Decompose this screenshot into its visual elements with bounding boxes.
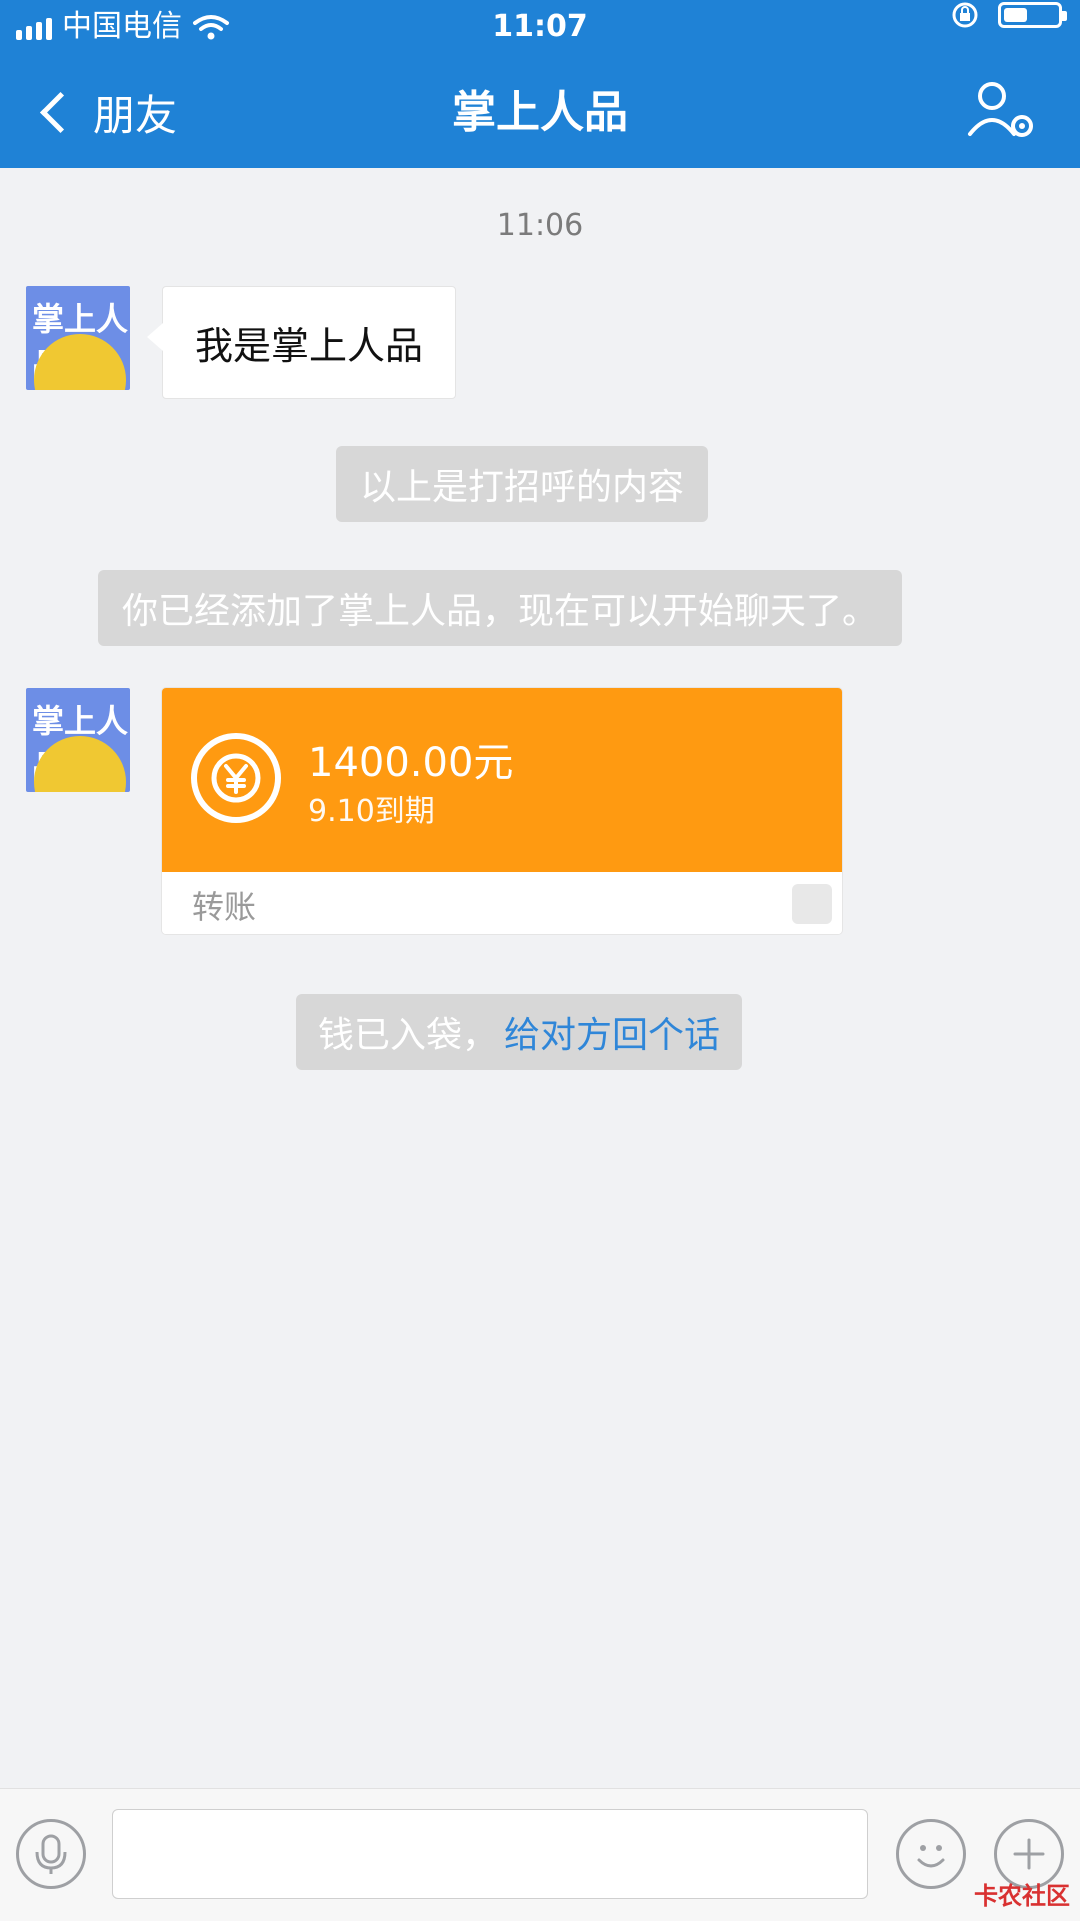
transfer-due-date: 9.10到期 — [308, 794, 435, 829]
message-bubble-greeting[interactable]: 我是掌上人品 — [146, 286, 457, 399]
voice-button[interactable] — [16, 1819, 86, 1889]
watermark-text: 卡农社区 — [974, 1882, 1070, 1910]
received-note-text: 钱已入袋， — [318, 1015, 499, 1056]
alipay-icon — [792, 884, 832, 924]
chat-area: 11:06 掌上人品 我是掌上人品 以上是打招呼的内容 你已经添加了掌上人品，现… — [0, 168, 1080, 1788]
bottom-input-bar: 卡农社区 — [0, 1788, 1080, 1921]
page-title: 掌上人品 — [452, 87, 628, 138]
status-bar: 中国电信 11:07 — [0, 0, 1080, 54]
status-time: 11:07 — [492, 9, 588, 44]
transfer-card[interactable]: 1400.00元 9.10到期 转账 — [162, 688, 842, 934]
system-note-added: 你已经添加了掌上人品，现在可以开始聊天了。 — [98, 570, 903, 646]
smile-icon — [917, 1845, 945, 1868]
microphone-icon — [35, 1834, 67, 1874]
system-note-greeting: 以上是打招呼的内容 — [336, 446, 709, 522]
reply-link[interactable]: 给对方回个话 — [504, 1006, 720, 1058]
transfer-card-top: 1400.00元 9.10到期 — [162, 688, 842, 872]
battery-icon — [998, 2, 1067, 28]
rotation-lock-icon — [952, 2, 978, 28]
emoji-button[interactable] — [896, 1819, 966, 1889]
profile-settings-icon[interactable] — [960, 76, 1040, 146]
contact-avatar[interactable]: 掌上人品 — [26, 688, 130, 792]
message-input[interactable] — [112, 1809, 868, 1899]
navigation-bar: 朋友 掌上人品 — [0, 54, 1080, 168]
top-bar: 中国电信 11:07 朋友 掌上人品 — [0, 0, 1080, 168]
contact-avatar[interactable]: 掌上人品 — [26, 286, 130, 390]
received-note: 钱已入袋， 给对方回个话 — [296, 994, 743, 1070]
transfer-yuan-icon — [191, 733, 281, 823]
transfer-card-bottom: 转账 — [162, 872, 842, 934]
transfer-amount: 1400.00元 — [308, 740, 514, 786]
status-right — [950, 0, 1067, 30]
message-timestamp: 11:06 — [496, 208, 584, 243]
transfer-label: 转账 — [192, 888, 257, 926]
